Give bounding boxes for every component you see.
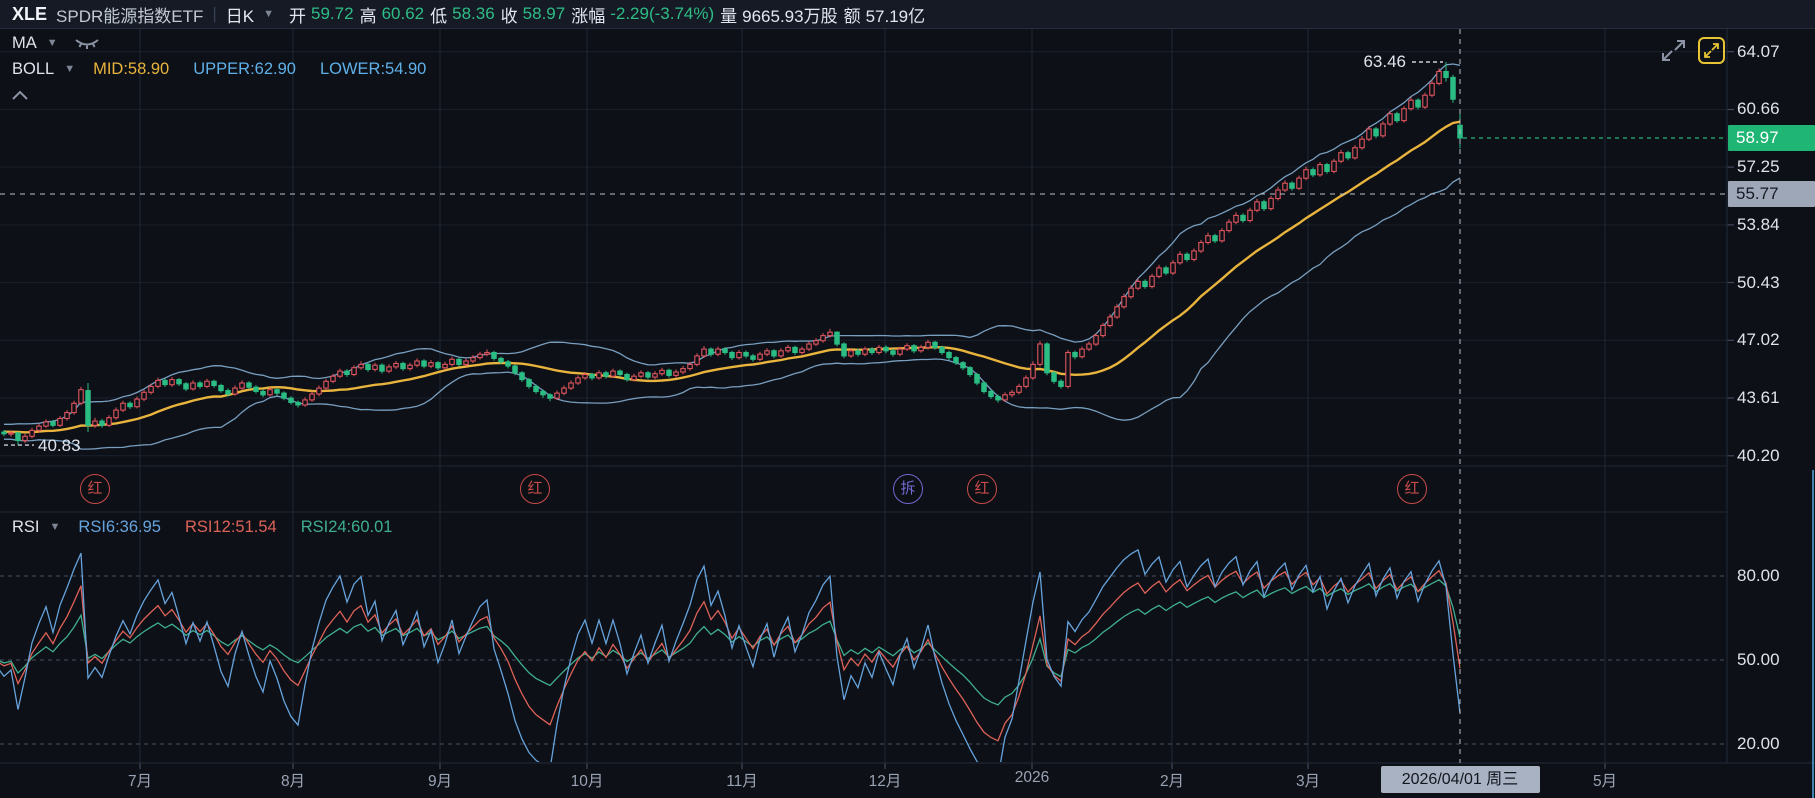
stock-chart-app: { "header": { "symbol": "XLE", "name": "…	[0, 0, 1815, 798]
chevron-down-icon[interactable]: ▼	[263, 9, 274, 20]
time-axis-label: 8月	[281, 769, 305, 791]
divider: |	[212, 4, 216, 24]
time-axis-label: 7月	[128, 769, 152, 791]
rsi-values: RSI6:36.95 RSI12:51.54 RSI24:60.01	[78, 518, 392, 537]
quote-field-value: 57.19亿	[866, 2, 926, 27]
event-badge-红[interactable]: 红	[520, 474, 550, 504]
period-low-label: 40.83	[38, 436, 81, 456]
quote-field-label: 量	[720, 2, 737, 27]
collapse-pane-icon[interactable]	[10, 88, 30, 107]
time-axis-label: 2026	[1015, 769, 1049, 787]
price-axis-label: 47.02	[1737, 330, 1780, 350]
quote-field: 量9665.93万股	[720, 2, 837, 27]
expand-arrows-icon[interactable]	[1660, 38, 1687, 63]
time-axis-label: 2月	[1160, 769, 1184, 791]
period-high-label: 63.46	[1340, 52, 1406, 72]
eye-closed-icon[interactable]	[74, 36, 100, 52]
rsi-lines	[0, 550, 1460, 798]
boll-bands	[4, 64, 1460, 449]
chevron-down-icon[interactable]: ▼	[47, 38, 58, 49]
ma-indicator-row[interactable]: MA ▼	[12, 34, 100, 53]
quote-field-value: 58.36	[452, 4, 495, 24]
boll-values: MID:58.90 UPPER:62.90 LOWER:54.90	[93, 60, 426, 79]
event-badge-拆[interactable]: 拆	[893, 474, 923, 504]
price-axis-label: 57.25	[1737, 157, 1780, 177]
chevron-down-icon[interactable]: ▼	[64, 64, 75, 75]
quote-field: 涨幅-2.29(-3.74%)	[571, 2, 714, 27]
quote-field: 高60.62	[360, 2, 425, 27]
time-axis-label: 11月	[726, 769, 758, 791]
indicator-value: MID:58.90	[93, 60, 169, 79]
quote-field: 低58.36	[430, 2, 495, 27]
time-axis-label: 10月	[571, 769, 604, 791]
time-axis-label: 12月	[869, 769, 902, 791]
quote-field-label: 高	[360, 2, 377, 27]
quote-field-label: 低	[430, 2, 447, 27]
quote-field-value: -2.29(-3.74%)	[610, 4, 714, 24]
instrument-name: SPDR能源指数ETF	[56, 2, 203, 27]
crosshair-date-badge: 2026/04/01 周三	[1381, 766, 1540, 793]
boll-indicator-row[interactable]: BOLL ▼ MID:58.90 UPPER:62.90 LOWER:54.90	[12, 60, 426, 79]
event-badge-红[interactable]: 红	[80, 474, 110, 504]
indicator-value: LOWER:54.90	[320, 60, 426, 79]
fullscreen-active-icon[interactable]	[1697, 36, 1726, 65]
boll-label[interactable]: BOLL	[12, 60, 54, 79]
quote-fields: 开59.72高60.62低58.36收58.97涨幅-2.29(-3.74%)量…	[283, 2, 925, 27]
price-axis-label: 60.66	[1737, 99, 1780, 119]
chart-toolbar	[1660, 36, 1726, 65]
event-badge-红[interactable]: 红	[1397, 474, 1427, 504]
ma-label[interactable]: MA	[12, 34, 37, 53]
price-axis-label: 43.61	[1737, 388, 1780, 408]
event-badge-红[interactable]: 红	[967, 474, 997, 504]
time-axis-label: 5月	[1593, 769, 1617, 791]
time-axis-label: 9月	[428, 769, 452, 791]
quote-field: 开59.72	[289, 2, 354, 27]
quote-field-label: 额	[844, 2, 861, 27]
rsi-indicator-row[interactable]: RSI ▼ RSI6:36.95 RSI12:51.54 RSI24:60.01	[12, 518, 392, 537]
indicator-value: UPPER:62.90	[193, 60, 296, 79]
time-axis-label: 3月	[1296, 769, 1320, 791]
price-axis-label: 53.84	[1737, 215, 1780, 235]
rsi-label[interactable]: RSI	[12, 518, 40, 537]
quote-field-value: 59.72	[311, 4, 354, 24]
quote-field-label: 涨幅	[571, 2, 605, 27]
grid	[0, 29, 1815, 798]
quote-field-value: 60.62	[382, 4, 425, 24]
top-info-bar: XLE SPDR能源指数ETF | 日K ▼ 开59.72高60.62低58.3…	[0, 0, 1815, 29]
price-axis-label: 50.43	[1737, 273, 1780, 293]
crosshair-price-badge: 55.77	[1728, 181, 1815, 207]
price-axis-label: 64.07	[1737, 42, 1780, 62]
quote-field-label: 收	[501, 2, 518, 27]
quote-field: 额57.19亿	[844, 2, 926, 27]
rsi-axis-label: 50.00	[1737, 650, 1780, 670]
indicator-value: RSI12:51.54	[185, 518, 277, 537]
quote-field-value: 9665.93万股	[742, 2, 837, 27]
rsi-axis-label: 80.00	[1737, 566, 1780, 586]
indicator-value: RSI6:36.95	[78, 518, 161, 537]
chart-canvas[interactable]	[0, 0, 1815, 798]
chevron-down-icon[interactable]: ▼	[50, 522, 61, 533]
rsi-axis-label: 20.00	[1737, 734, 1780, 754]
quote-field-label: 开	[289, 2, 306, 27]
ticker-symbol: XLE	[12, 4, 47, 25]
quote-field-value: 58.97	[523, 4, 566, 24]
quote-field: 收58.97	[501, 2, 566, 27]
price-axis-label: 40.20	[1737, 446, 1780, 466]
indicator-value: RSI24:60.01	[301, 518, 393, 537]
period-selector[interactable]: 日K	[226, 2, 254, 27]
current-price-badge: 58.97	[1728, 125, 1815, 151]
